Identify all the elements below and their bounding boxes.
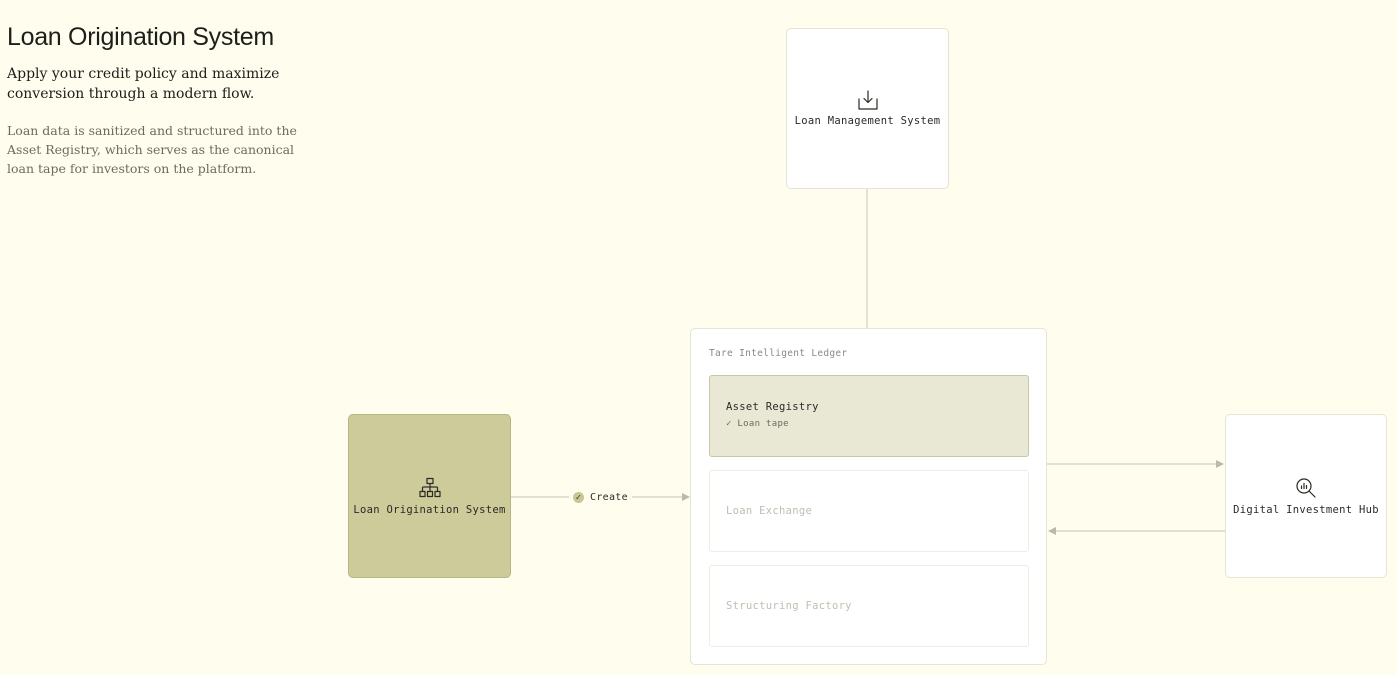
node-digital-investment-hub[interactable]: Digital Investment Hub [1225, 414, 1387, 578]
download-icon [856, 89, 880, 111]
module-asset-registry-sub: ✓ Loan tape [726, 419, 789, 429]
search-chart-icon [1294, 476, 1318, 500]
edge-label-create-text: Create [590, 491, 628, 503]
node-loan-management-system-label: Loan Management System [794, 115, 941, 128]
ledger-title: Tare Intelligent Ledger [709, 348, 848, 359]
node-digital-investment-hub-label: Digital Investment Hub [1233, 503, 1379, 516]
page-title: Loan Origination System [7, 23, 274, 51]
module-asset-registry[interactable]: Asset Registry ✓ Loan tape [709, 375, 1029, 457]
ledger-container: Tare Intelligent Ledger Asset Registry ✓… [690, 328, 1047, 665]
module-structuring-factory-label: Structuring Factory [726, 600, 852, 612]
module-loan-exchange[interactable]: Loan Exchange [709, 470, 1029, 552]
page-description: Loan data is sanitized and structured in… [7, 123, 297, 176]
node-loan-management-system[interactable]: Loan Management System [786, 28, 949, 189]
edge-label-create: ✓ Create [569, 489, 632, 505]
node-loan-origination-system-label: Loan Origination System [353, 503, 506, 516]
module-loan-exchange-label: Loan Exchange [726, 505, 813, 517]
check-icon: ✓ [573, 491, 584, 503]
intro-panel: Loan Origination System Apply your credi… [7, 20, 317, 178]
page-lead: Apply your credit policy and maximize co… [7, 66, 280, 102]
module-structuring-factory[interactable]: Structuring Factory [709, 565, 1029, 647]
node-loan-origination-system[interactable]: Loan Origination System [348, 414, 511, 578]
module-asset-registry-label: Asset Registry [726, 401, 819, 413]
hierarchy-icon [418, 476, 442, 500]
